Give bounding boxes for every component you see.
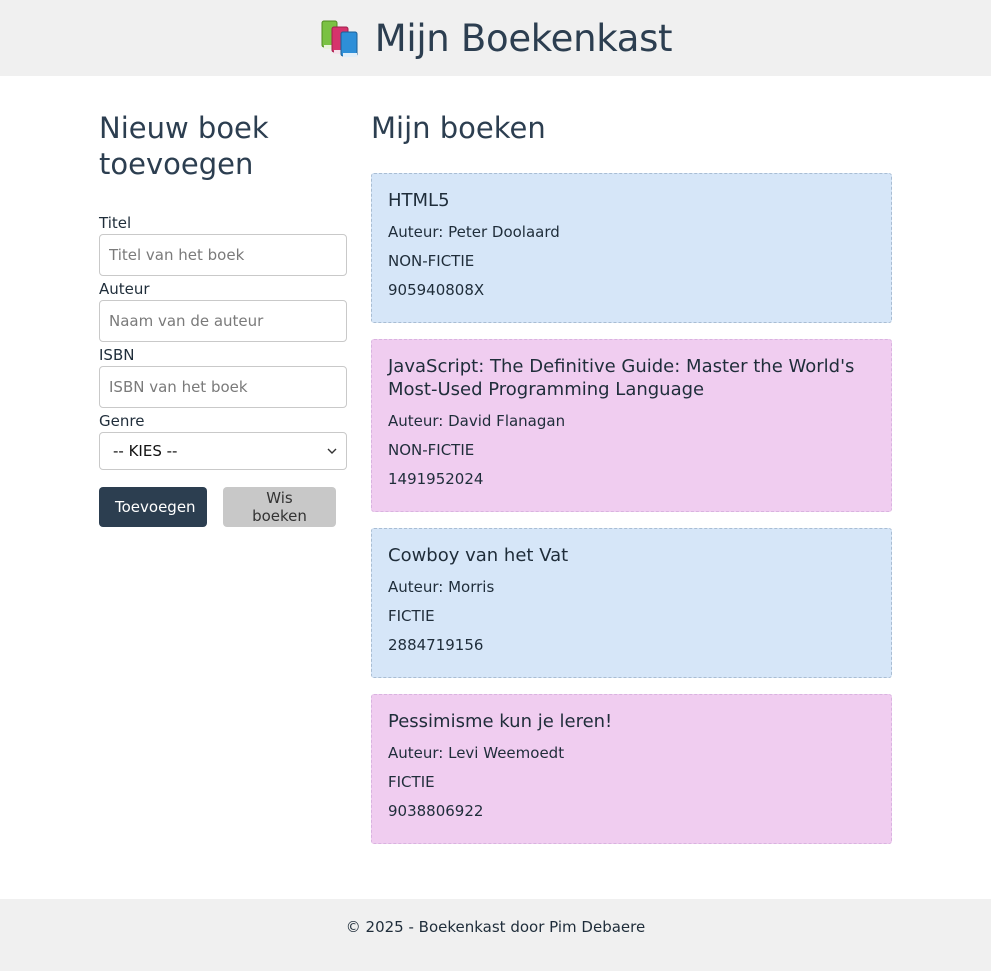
genre-selected-value: -- KIES -- xyxy=(113,442,178,460)
add-book-form: Nieuw boek toevoegen Titel Auteur ISBN G… xyxy=(99,76,347,860)
clear-books-button[interactable]: Wis boeken xyxy=(223,487,336,527)
book-title: Cowboy van het Vat xyxy=(388,545,569,566)
isbn-input[interactable] xyxy=(99,366,347,408)
book-card: Pessimisme kun je leren! Auteur: Levi We… xyxy=(371,694,892,844)
book-genre: NON-FICTIE xyxy=(388,252,475,270)
book-isbn: 9038806922 xyxy=(388,802,484,820)
book-card: HTML5 Auteur: Peter Doolaard NON-FICTIE … xyxy=(371,173,892,323)
author-input[interactable] xyxy=(99,300,347,342)
book-genre: FICTIE xyxy=(388,773,435,791)
site-title: Mijn Boekenkast xyxy=(374,16,673,60)
form-buttons: Toevoegen Wis boeken xyxy=(99,487,347,527)
main-content: Nieuw boek toevoegen Titel Auteur ISBN G… xyxy=(99,76,892,860)
chevron-down-icon xyxy=(327,448,337,454)
books-heading: Mijn boeken xyxy=(371,111,546,145)
book-isbn: 1491952024 xyxy=(388,470,484,488)
title-label: Titel xyxy=(99,214,132,232)
book-title: JavaScript: The Definitive Guide: Master… xyxy=(388,356,855,400)
book-genre: NON-FICTIE xyxy=(388,441,475,459)
book-title: Pessimisme kun je leren! xyxy=(388,711,613,732)
book-card: JavaScript: The Definitive Guide: Master… xyxy=(371,339,892,512)
book-isbn: 905940808X xyxy=(388,281,485,299)
books-list-panel: Mijn boeken HTML5 Auteur: Peter Doolaard… xyxy=(371,76,892,860)
form-heading: Nieuw boek toevoegen xyxy=(99,111,269,181)
book-author: Auteur: Morris xyxy=(388,578,495,596)
book-card: Cowboy van het Vat Auteur: Morris FICTIE… xyxy=(371,528,892,678)
isbn-label: ISBN xyxy=(99,346,135,364)
genre-select[interactable]: -- KIES -- xyxy=(99,432,347,470)
book-genre: FICTIE xyxy=(388,607,435,625)
footer-text: © 2025 - Boekenkast door Pim Debaere xyxy=(345,918,646,936)
genre-label: Genre xyxy=(99,412,145,430)
author-label: Auteur xyxy=(99,280,150,298)
site-header: Mijn Boekenkast xyxy=(0,0,991,76)
book-title: HTML5 xyxy=(388,190,450,211)
book-author: Auteur: Peter Doolaard xyxy=(388,223,560,241)
title-input[interactable] xyxy=(99,234,347,276)
books-icon xyxy=(321,20,358,57)
book-isbn: 2884719156 xyxy=(388,636,484,654)
site-footer: © 2025 - Boekenkast door Pim Debaere xyxy=(0,899,991,971)
book-author: Auteur: David Flanagan xyxy=(388,412,566,430)
add-book-button[interactable]: Toevoegen xyxy=(99,487,207,527)
book-author: Auteur: Levi Weemoedt xyxy=(388,744,565,762)
